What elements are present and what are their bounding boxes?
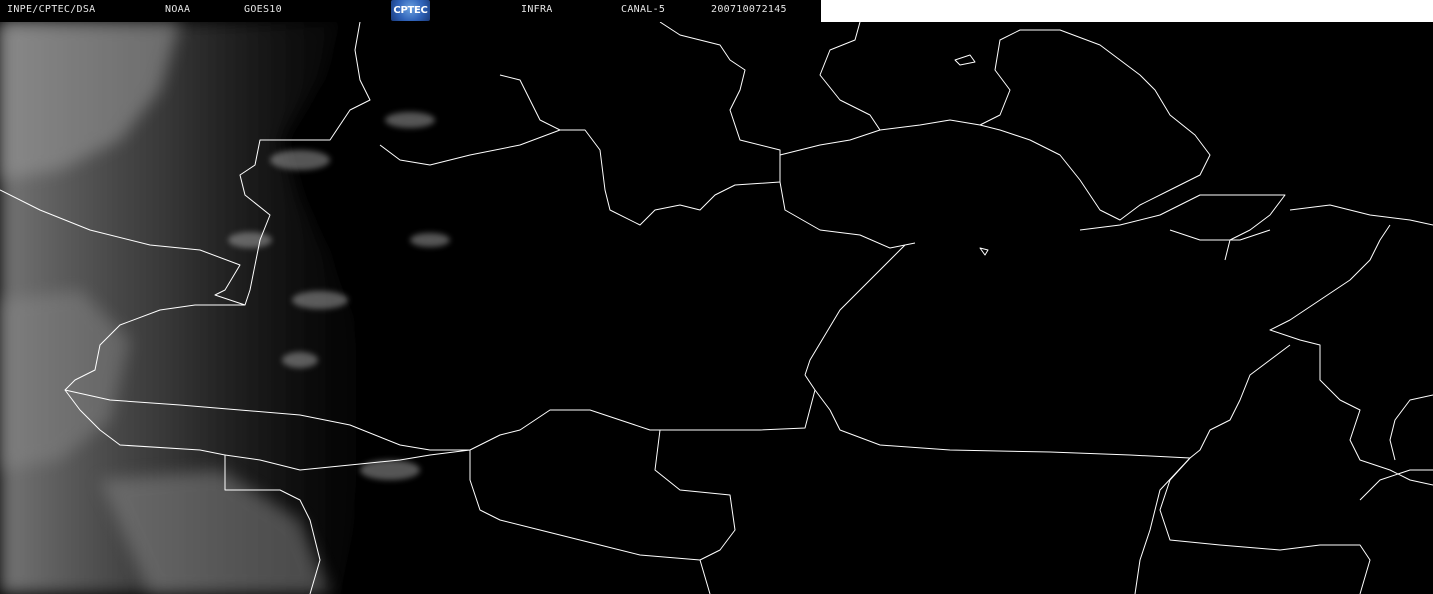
agency-label: NOAA [165, 4, 191, 15]
institution-label: INPE/CPTEC/DSA [7, 4, 96, 15]
satellite-map [0, 22, 1433, 594]
satellite-label: GOES10 [244, 4, 282, 15]
band-label: INFRA [521, 4, 553, 15]
header-blank-area [821, 0, 1433, 22]
channel-label: CANAL-5 [621, 4, 666, 15]
cloud-cover [0, 22, 450, 594]
timestamp-label: 200710072145 [711, 4, 787, 15]
image-header-bar: INPE/CPTEC/DSA NOAA GOES10 CPTEC INFRA C… [0, 0, 821, 22]
cptec-logo: CPTEC [391, 0, 430, 21]
